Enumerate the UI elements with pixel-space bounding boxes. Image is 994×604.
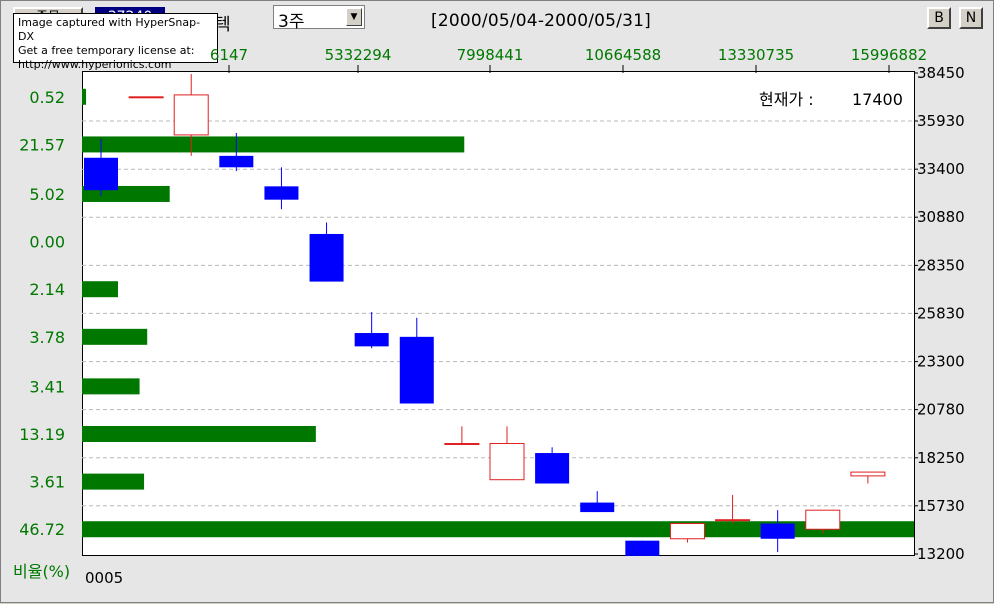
volume-bar	[82, 281, 118, 298]
ratio-label: 46.72	[19, 520, 65, 539]
y-tick-label: 23300	[917, 353, 965, 371]
y-tick-label: 25830	[917, 304, 965, 322]
candle-body	[489, 443, 525, 481]
x-tick-label: 6147	[210, 46, 248, 64]
candle-body	[669, 523, 705, 540]
y-tick-label: 30880	[917, 208, 965, 226]
candle-body	[219, 155, 254, 168]
volume-bar	[82, 378, 140, 395]
ratio-label: 0.00	[29, 233, 65, 252]
bottom-date-label: 0005	[85, 569, 123, 587]
candle-body	[173, 94, 209, 136]
candle-body	[760, 523, 795, 539]
candle-body	[625, 540, 660, 556]
x-tick-label: 5332294	[325, 46, 392, 64]
x-tick-label: 7998441	[457, 46, 524, 64]
candle-body	[354, 333, 389, 347]
y-tick-label: 18250	[917, 449, 965, 467]
volume-bar	[82, 473, 145, 490]
candle-body	[715, 519, 751, 522]
ratio-label: 2.14	[29, 280, 65, 299]
candle-body	[264, 186, 299, 200]
y-tick-label: 38450	[917, 64, 965, 82]
ratio-label: 0.52	[29, 88, 65, 107]
ratio-label: 5.02	[29, 185, 65, 204]
y-tick-label: 28350	[917, 256, 965, 274]
ratio-axis-label: 비율(%)	[13, 562, 70, 581]
y-tick-label: 20780	[917, 401, 965, 419]
candle-body	[309, 233, 344, 282]
current-price-value: 17400	[852, 90, 903, 109]
price-volume-chart: 38450 35930 33400 30880 28350 25830 23300 20780…	[13, 46, 965, 587]
candle-body	[580, 502, 615, 513]
ratio-label: 21.57	[19, 135, 65, 154]
x-tick-label: 10664588	[585, 46, 661, 64]
x-tick-label: 15996882	[851, 46, 927, 64]
candle-body	[399, 336, 434, 404]
y-tick-label: 13200	[917, 545, 965, 563]
candle-body	[128, 96, 164, 99]
volume-bar	[82, 88, 87, 105]
current-price-label: 현재가 :	[759, 90, 814, 109]
candle-body	[535, 453, 570, 484]
ratio-label: 3.61	[29, 473, 65, 492]
x-tick-label: 13330735	[718, 46, 794, 64]
candle-body	[444, 443, 480, 446]
volume-bar	[82, 136, 465, 153]
candle-body	[84, 157, 118, 191]
y-tick-label: 35930	[917, 112, 965, 130]
candle-body	[850, 471, 886, 477]
chart-window: 종목 37240 텍 3주 ▼ [2000/05/04-2000/05/31] …	[0, 0, 994, 603]
ratio-label: 13.19	[19, 425, 65, 444]
y-tick-label: 33400	[917, 160, 965, 178]
volume-bar	[82, 425, 316, 442]
ratio-label: 3.78	[29, 328, 65, 347]
volume-bar	[82, 328, 148, 345]
ratio-label: 3.41	[29, 377, 65, 396]
y-tick-label: 15730	[917, 497, 965, 515]
candle-body	[805, 509, 841, 530]
